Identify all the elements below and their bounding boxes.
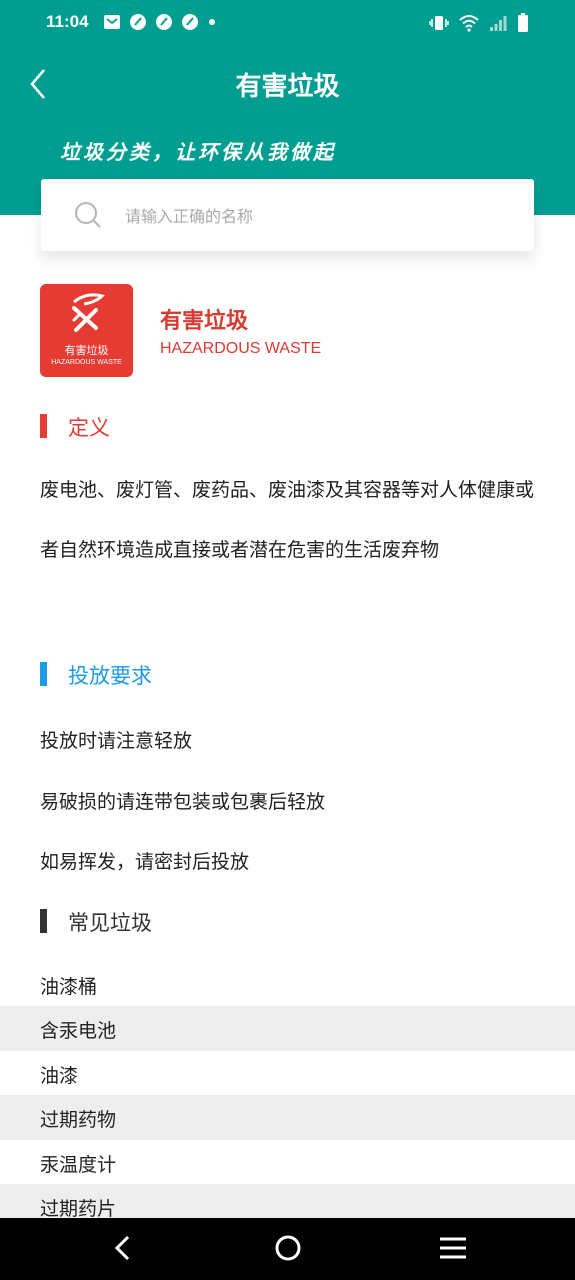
logo-label-cn: 有害垃圾 bbox=[64, 344, 109, 357]
search-icon bbox=[75, 202, 101, 228]
common-waste-section-title: 常见垃圾 bbox=[68, 911, 152, 935]
list-item[interactable]: 过期药物 bbox=[0, 1095, 575, 1140]
requirement-item: 易破损的请连带包装或包裹后轻放 bbox=[40, 791, 326, 813]
list-item[interactable]: 油漆 bbox=[0, 1051, 575, 1095]
list-item[interactable]: 含汞电池 bbox=[0, 1006, 575, 1051]
requirement-item: 如易挥发，请密封后投放 bbox=[40, 851, 250, 873]
list-item[interactable]: 油漆桶 bbox=[0, 962, 575, 1006]
slogan: 垃圾分类，让环保从我做起 bbox=[60, 140, 336, 164]
nav-menu-icon bbox=[440, 1237, 466, 1259]
requirement-item: 投放时请注意轻放 bbox=[40, 730, 193, 752]
search-input[interactable] bbox=[123, 201, 507, 231]
nav-back-icon bbox=[114, 1235, 130, 1261]
search-box[interactable] bbox=[41, 179, 534, 251]
vibrate-icon bbox=[429, 16, 449, 30]
hazardous-waste-logo: 有害垃圾 HAZARDOUS WASTE bbox=[40, 284, 133, 377]
list-item-label: 汞温度计 bbox=[40, 1153, 117, 1176]
logo-label-en: HAZARDOUS WASTE bbox=[51, 359, 122, 366]
definition-text: 废电池、废灯管、废药品、废油漆及其容器等对人体健康或者自然环境造成直接或者潜在危… bbox=[40, 479, 535, 561]
list-item[interactable]: 汞温度计 bbox=[0, 1140, 575, 1184]
definition-section-bar bbox=[40, 414, 47, 438]
status-time: 11:04 bbox=[46, 12, 89, 31]
list-item-label: 过期药片 bbox=[40, 1197, 117, 1220]
page-title: 有害垃圾 bbox=[235, 72, 340, 102]
notification-icons bbox=[103, 13, 217, 31]
common-waste-section-bar bbox=[40, 909, 47, 933]
signal-icon bbox=[490, 16, 507, 31]
nav-home-button[interactable] bbox=[272, 1232, 304, 1268]
more-notifications-dot-icon bbox=[209, 19, 215, 25]
category-name-en: HAZARDOUS WASTE bbox=[160, 340, 322, 357]
system-status-icons bbox=[429, 13, 529, 33]
nav-menu-button[interactable] bbox=[437, 1232, 469, 1268]
definition-section-title: 定义 bbox=[68, 416, 110, 440]
requirements-section-bar bbox=[40, 662, 47, 686]
app-notification-icon bbox=[130, 14, 146, 30]
list-item-label: 含汞电池 bbox=[40, 1020, 117, 1043]
requirements-section-title: 投放要求 bbox=[68, 664, 152, 688]
system-nav-bar bbox=[0, 1218, 575, 1280]
mail-notification-icon bbox=[104, 15, 120, 29]
app-notification-icon bbox=[182, 14, 198, 30]
battery-icon bbox=[518, 13, 528, 32]
wifi-icon bbox=[459, 15, 479, 32]
hazardous-waste-icon bbox=[72, 293, 105, 332]
status-bar: 11:04 bbox=[0, 0, 575, 48]
list-item-label: 油漆桶 bbox=[40, 976, 98, 998]
app-notification-icon bbox=[156, 14, 172, 30]
nav-back-button[interactable] bbox=[108, 1232, 136, 1268]
list-item-label: 过期药物 bbox=[40, 1109, 117, 1132]
nav-home-icon bbox=[275, 1235, 301, 1261]
common-waste-list: 油漆桶 含汞电池 油漆 过期药物 汞温度计 过期药片 bbox=[0, 962, 575, 1229]
list-item-label: 油漆 bbox=[40, 1064, 79, 1087]
category-name: 有害垃圾 bbox=[160, 309, 249, 334]
